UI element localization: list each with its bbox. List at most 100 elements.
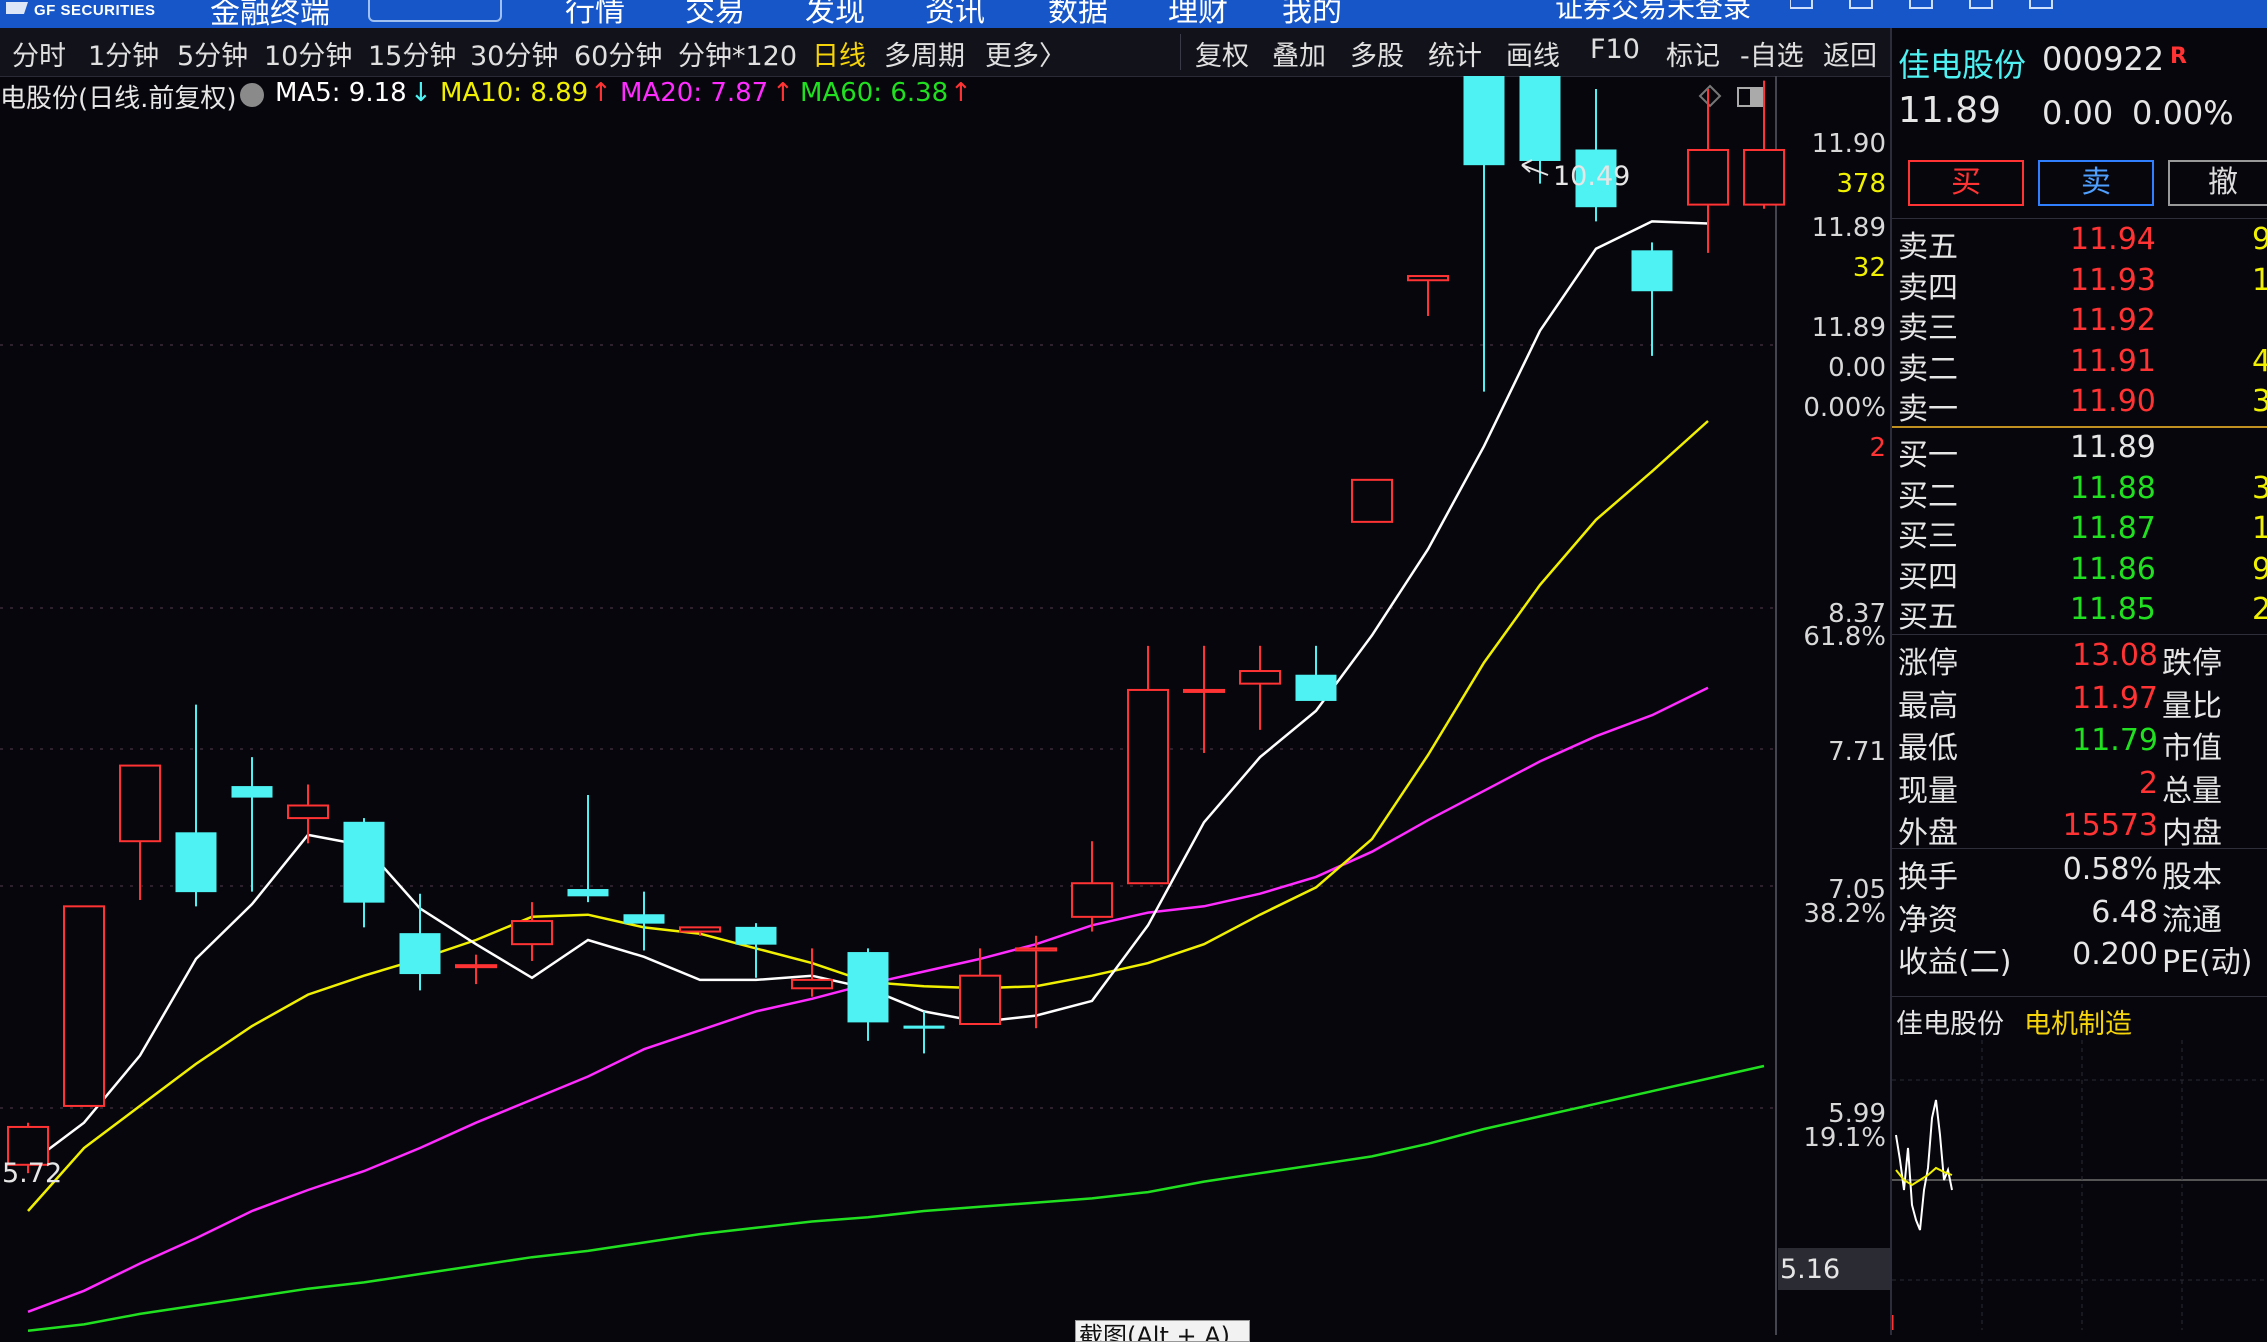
nav-wealth[interactable]: 理财 bbox=[1168, 0, 1228, 28]
period-tab-30min[interactable]: 30分钟 bbox=[470, 34, 558, 73]
candle-body-up bbox=[1351, 478, 1393, 523]
mini-intraday-chart[interactable] bbox=[1892, 1040, 2267, 1330]
ma-lines bbox=[27, 220, 1765, 1332]
brand-logo[interactable]: GF SECURITIES bbox=[0, 0, 185, 28]
price-change-pct: 0.00% bbox=[2132, 94, 2234, 132]
candle-body-up bbox=[1015, 947, 1057, 952]
nav-quotes[interactable]: 行情 bbox=[565, 0, 625, 28]
login-status[interactable]: 证券交易未登录 bbox=[1555, 0, 1751, 26]
stat-label: 内盘 bbox=[2162, 816, 2222, 851]
stat-value: 6.48 bbox=[2091, 894, 2158, 930]
period-tab-5min[interactable]: 5分钟 bbox=[177, 34, 248, 73]
tool-overlay[interactable]: 叠加 bbox=[1272, 34, 1326, 73]
stat-label: 最低 bbox=[1898, 731, 1958, 766]
orderbook-row[interactable]: 买三 11.87 1 bbox=[1898, 511, 2267, 555]
stat-value: 15573 bbox=[2062, 808, 2158, 843]
period-tab-more[interactable]: 更多〉 bbox=[985, 34, 1066, 73]
candle-body-up bbox=[1743, 148, 1785, 206]
orderbook-row[interactable]: 买五 11.85 2 bbox=[1898, 592, 2267, 636]
candle-body-up bbox=[1407, 275, 1449, 282]
price-change: 0.00 bbox=[2042, 94, 2114, 132]
stat-label: 外盘 bbox=[1898, 816, 1958, 851]
stat-value: 13.08 bbox=[2072, 638, 2158, 673]
orderbook-level-label: 卖一 bbox=[1898, 392, 1958, 427]
orderbook-volume: 3 bbox=[2252, 470, 2267, 506]
period-tab-10min[interactable]: 10分钟 bbox=[264, 34, 352, 73]
axis-pct-label: 19.1% bbox=[1803, 1123, 1886, 1153]
tool-multistock[interactable]: 多股 bbox=[1350, 34, 1404, 73]
candle-body-down bbox=[399, 933, 441, 975]
orderbook-row[interactable]: 卖五 11.94 9 bbox=[1898, 222, 2267, 266]
orderbook-price: 11.94 bbox=[2070, 222, 2156, 257]
candle-body-down bbox=[343, 821, 385, 903]
ma10-line bbox=[27, 420, 1709, 1212]
orderbook-row[interactable]: 卖四 11.93 1 bbox=[1898, 263, 2267, 307]
stat-value: 11.97 bbox=[2072, 680, 2158, 716]
orderbook-level-label: 卖二 bbox=[1898, 351, 1958, 387]
orderbook-row[interactable]: 买一 11.89 bbox=[1898, 430, 2156, 474]
period-tab-60min[interactable]: 60分钟 bbox=[574, 34, 662, 73]
candle-body-up bbox=[959, 974, 1001, 1025]
orderbook-row[interactable]: 卖二 11.91 4 bbox=[1898, 344, 2267, 388]
nav-discover[interactable]: 发现 bbox=[805, 0, 865, 28]
orderbook-level-label: 买四 bbox=[1898, 559, 1958, 595]
kline-chart[interactable]: 10.49 5.72 11.90 378 11.89 32 11.89 0.00 0.00% 2… bbox=[0, 76, 1890, 1335]
stat-label: 量比 bbox=[2162, 688, 2222, 724]
orderbook-row[interactable]: 买二 11.88 3 bbox=[1898, 471, 2267, 515]
cancel-order-button[interactable]: 撤 bbox=[2168, 160, 2267, 206]
last-price: 11.89 bbox=[1898, 90, 2002, 131]
orderbook-level-label: 卖五 bbox=[1898, 230, 1958, 265]
divider bbox=[1892, 996, 2267, 997]
orderbook-row[interactable]: 买四 11.86 9 bbox=[1898, 552, 2267, 596]
margin-badge: R bbox=[2170, 44, 2187, 69]
period-tab-daily[interactable]: 日线 bbox=[812, 34, 866, 73]
tool-watchlist[interactable]: -自选 bbox=[1740, 34, 1804, 73]
tool-f10[interactable]: F10 bbox=[1590, 34, 1640, 65]
stat-label: 净资 bbox=[1898, 902, 1958, 938]
candle-body-up bbox=[679, 926, 721, 933]
top-nav-bar: GF SECURITIES 金融终端 行情 交易 发现 资讯 数据 理财 我的 … bbox=[0, 0, 2267, 28]
orderbook-row[interactable]: 卖三 11.92 bbox=[1898, 303, 2156, 347]
orderbook-level-label: 买三 bbox=[1898, 519, 1958, 554]
stat-row: 收益(二) 0.200 PE(动) bbox=[1898, 937, 2252, 981]
tool-back[interactable]: 返回 bbox=[1823, 34, 1877, 73]
period-tab-1min[interactable]: 1分钟 bbox=[88, 34, 159, 73]
candle-body-down bbox=[567, 889, 609, 897]
mini-industry[interactable]: 电机制造 bbox=[2024, 1002, 2132, 1041]
tool-fuquan[interactable]: 复权 bbox=[1195, 34, 1249, 73]
high-price-label: 10.49 bbox=[1553, 161, 1630, 192]
mini-stock-name: 佳电股份 bbox=[1896, 1009, 2004, 1040]
period-tab-120min[interactable]: 分钟*120 bbox=[678, 34, 797, 73]
candle-body-down bbox=[231, 786, 273, 798]
edition-badge[interactable] bbox=[368, 0, 502, 22]
app-name: 金融终端 bbox=[210, 0, 330, 28]
nav-data[interactable]: 数据 bbox=[1048, 0, 1108, 28]
period-tab-15min[interactable]: 15分钟 bbox=[368, 34, 456, 73]
sell-button[interactable]: 卖 bbox=[2038, 160, 2154, 206]
tool-mark[interactable]: 标记 bbox=[1666, 34, 1720, 73]
axis-price-label: 7.71 bbox=[1828, 737, 1886, 767]
divider bbox=[1892, 848, 2267, 849]
window-controls-icon[interactable] bbox=[1790, 0, 2210, 28]
orderbook-volume: 4 bbox=[2252, 343, 2267, 379]
tool-draw[interactable]: 画线 bbox=[1506, 34, 1560, 73]
stat-row: 现量 2 总量 bbox=[1898, 766, 2222, 810]
period-toolbar: 分时 1分钟 5分钟 10分钟 15分钟 30分钟 60分钟 分钟*120 日线… bbox=[0, 28, 1890, 77]
stat-label: 换手 bbox=[1898, 860, 1958, 895]
nav-mine[interactable]: 我的 bbox=[1282, 0, 1342, 28]
candle-body-up bbox=[63, 905, 105, 1107]
period-tab-multi[interactable]: 多周期 bbox=[884, 34, 965, 73]
buy-button[interactable]: 买 bbox=[1908, 160, 2024, 206]
axis-volume-label: 378 bbox=[1836, 169, 1886, 199]
axis-volume-label: 2 bbox=[1869, 433, 1886, 463]
period-tab-fenshi[interactable]: 分时 bbox=[12, 34, 66, 73]
nav-trade[interactable]: 交易 bbox=[685, 0, 745, 28]
candle-body-up bbox=[1071, 882, 1113, 918]
orderbook-volume: 2 bbox=[2252, 592, 2267, 627]
nav-news[interactable]: 资讯 bbox=[925, 0, 985, 28]
orderbook-row[interactable]: 卖一 11.90 3 bbox=[1898, 384, 2267, 428]
orderbook-level-label: 买二 bbox=[1898, 478, 1958, 514]
candlesticks bbox=[7, 76, 1785, 1174]
tool-stats[interactable]: 统计 bbox=[1428, 34, 1482, 73]
candle-body-up bbox=[1183, 688, 1225, 693]
